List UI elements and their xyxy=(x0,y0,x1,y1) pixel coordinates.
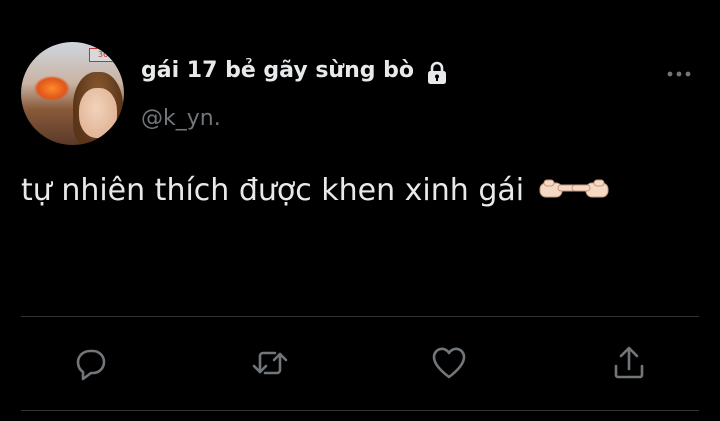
avatar-face xyxy=(79,88,117,138)
retweet-button[interactable] xyxy=(251,344,289,382)
avatar-sign: 36 xyxy=(89,48,117,62)
share-icon xyxy=(614,346,644,379)
reply-icon xyxy=(76,349,106,381)
like-button[interactable] xyxy=(430,344,468,382)
pointing-fingers-emoji xyxy=(538,174,624,210)
divider-top xyxy=(21,316,699,317)
lock-icon xyxy=(428,61,446,84)
tweet-body: tự nhiên thích được khen xinh gái xyxy=(21,173,525,208)
more-icon[interactable] xyxy=(666,68,692,80)
tweet-text: tự nhiên thích được khen xinh gái xyxy=(21,173,624,210)
handle[interactable]: @k_yn. xyxy=(141,106,221,131)
reply-button[interactable] xyxy=(72,344,110,382)
divider-bottom xyxy=(21,410,699,411)
display-name[interactable]: gái 17 bẻ gãy sừng bò xyxy=(141,58,414,83)
retweet-icon xyxy=(252,351,288,375)
share-button[interactable] xyxy=(610,344,648,382)
heart-icon xyxy=(432,347,466,379)
avatar[interactable]: 36 xyxy=(21,42,124,145)
